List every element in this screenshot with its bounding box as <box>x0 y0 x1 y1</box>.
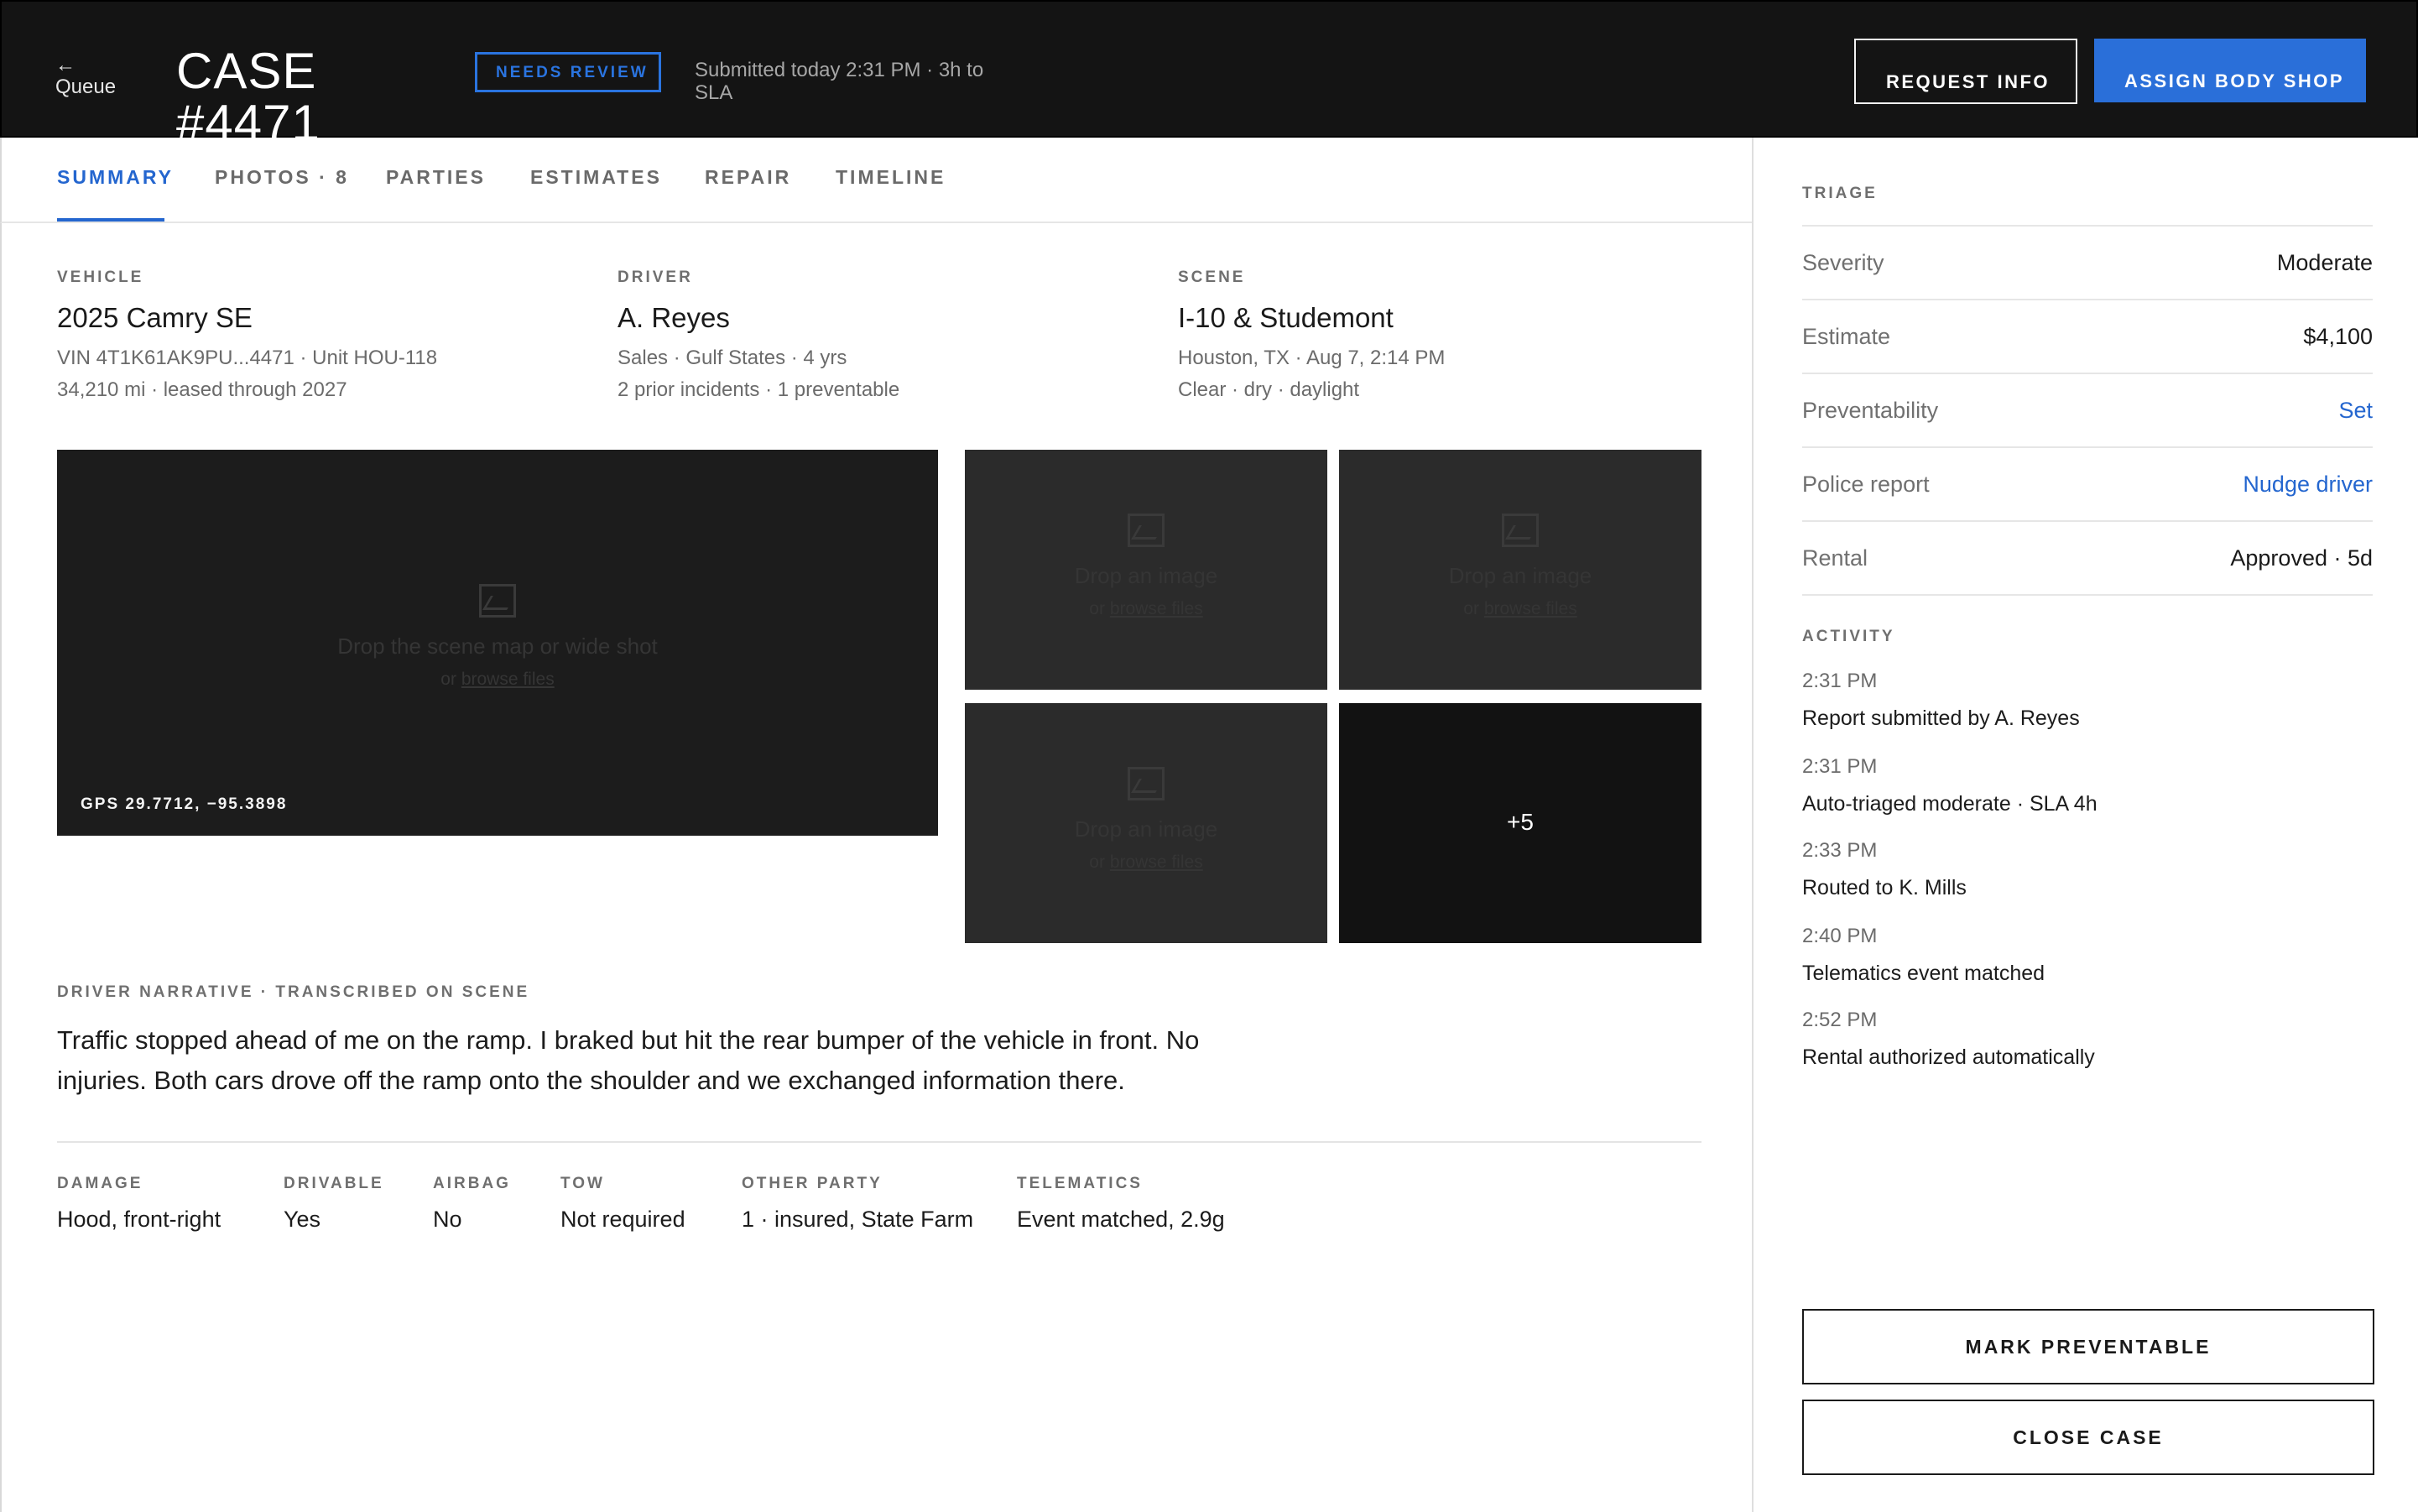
triage-row-rental: Rental Approved · 5d <box>1802 520 2373 594</box>
fact-telematics: TELEMATICS Event matched, 2.9g <box>1017 1175 1225 1232</box>
activity-label: ACTIVITY <box>1802 628 1895 645</box>
page-title: CASE #4471 <box>176 43 320 151</box>
vehicle-label: VEHICLE <box>57 269 144 286</box>
photo-dropzone[interactable]: Drop an image or browse files <box>965 450 1327 690</box>
tab-timeline[interactable]: TIMELINE <box>836 166 946 189</box>
back-label: Queue <box>55 76 117 98</box>
fact-airbag: AIRBAG No <box>433 1175 511 1232</box>
fact-tow: TOW Not required <box>560 1175 685 1232</box>
app-header: ← Queue CASE #4471 NEEDS REVIEW Submitte… <box>0 0 2418 149</box>
browse-files-link[interactable]: or browse files <box>57 670 938 690</box>
driver-label: DRIVER <box>618 269 693 286</box>
image-icon <box>1502 514 1539 547</box>
tab-repair[interactable]: REPAIR <box>705 166 791 189</box>
mark-preventable-button[interactable]: MARK PREVENTABLE <box>1802 1309 2374 1384</box>
triage-row-severity: Severity Moderate <box>1802 225 2373 299</box>
triage-row-estimate: Estimate $4,100 <box>1802 299 2373 373</box>
scene-place-time: Houston, TX · Aug 7, 2:14 PM <box>1178 347 1446 369</box>
assign-body-shop-button[interactable]: ASSIGN BODY SHOP <box>2094 39 2366 102</box>
browse-files-link[interactable]: or browse files <box>965 852 1327 873</box>
set-preventability-link[interactable]: Set <box>2338 398 2373 424</box>
submitted-sla-text: Submitted today 2:31 PM · 3h to SLA <box>695 59 984 104</box>
fact-other-party: OTHER PARTY 1 · insured, State Farm <box>742 1175 974 1232</box>
scene-info: SCENE I-10 & Studemont Houston, TX · Aug… <box>1178 269 1715 406</box>
narrative-label: DRIVER NARRATIVE · TRANSCRIBED ON SCENE <box>57 983 530 1001</box>
activity-item: 2:33 PM Routed to K. Mills <box>1802 839 1967 899</box>
dropzone-text: Drop an image <box>1074 816 1218 842</box>
image-icon <box>1128 767 1165 800</box>
image-icon <box>1128 514 1165 547</box>
photo-dropzone[interactable]: Drop an image or browse files <box>965 703 1327 943</box>
driver-narrative: Traffic stopped ahead of me on the ramp.… <box>57 1025 1200 1095</box>
fact-drivable: DRIVABLE Yes <box>284 1175 384 1232</box>
fact-damage: DAMAGE Hood, front-right <box>57 1175 221 1232</box>
driver-name: A. Reyes <box>618 302 730 333</box>
activity-item: 2:31 PM Auto-triaged moderate · SLA 4h <box>1802 755 2098 816</box>
triage-row-preventability: Preventability Set <box>1802 373 2373 446</box>
image-icon <box>479 584 516 618</box>
tab-photos[interactable]: PHOTOS · 8 <box>215 166 349 189</box>
browse-files-link[interactable]: or browse files <box>1339 599 1701 619</box>
driver-info: DRIVER A. Reyes Sales · Gulf States · 4 … <box>618 269 1154 406</box>
gps-coordinates: GPS 29.7712, −95.3898 <box>81 795 288 813</box>
scene-conditions: Clear · dry · daylight <box>1178 378 1360 401</box>
active-tab-indicator <box>57 218 164 222</box>
dropzone-text: Drop the scene map or wide shot <box>337 633 658 659</box>
vehicle-name: 2025 Camry SE <box>57 302 253 333</box>
tab-parties[interactable]: PARTIES <box>386 166 486 189</box>
vehicle-info: VEHICLE 2025 Camry SE VIN 4T1K61AK9PU...… <box>57 269 594 406</box>
tab-summary[interactable]: SUMMARY <box>57 166 174 189</box>
driver-history: 2 prior incidents · 1 preventable <box>618 378 900 401</box>
triage-row-police-report: Police report Nudge driver <box>1802 446 2373 520</box>
status-badge: NEEDS REVIEW <box>475 52 661 92</box>
dropzone-text: Drop an image <box>1074 563 1218 588</box>
activity-item: 2:31 PM Report submitted by A. Reyes <box>1802 670 2080 730</box>
activity-item: 2:40 PM Telematics event matched <box>1802 925 2045 985</box>
request-info-button[interactable]: REQUEST INFO <box>1854 39 2077 104</box>
back-to-queue-link[interactable]: ← Queue <box>55 55 116 99</box>
summary-panel: VEHICLE 2025 Camry SE VIN 4T1K61AK9PU...… <box>0 223 1752 1512</box>
triage-sidebar: TRIAGE Severity Moderate Estimate $4,100… <box>1752 138 2418 1512</box>
divider <box>1802 594 2373 596</box>
more-photos-tile[interactable]: +5 <box>1339 703 1701 943</box>
divider <box>57 1141 1701 1143</box>
scene-label: SCENE <box>1178 269 1246 286</box>
close-case-button[interactable]: CLOSE CASE <box>1802 1400 2374 1475</box>
driver-role: Sales · Gulf States · 4 yrs <box>618 347 847 369</box>
photo-dropzone[interactable]: Drop an image or browse files <box>1339 450 1701 690</box>
dropzone-text: Drop an image <box>1448 563 1592 588</box>
more-photos-count: +5 <box>1507 809 1534 835</box>
activity-item: 2:52 PM Rental authorized automatically <box>1802 1009 2095 1069</box>
triage-label: TRIAGE <box>1802 185 1878 202</box>
vehicle-vin-unit: VIN 4T1K61AK9PU...4471 · Unit HOU-118 <box>57 347 438 369</box>
vehicle-mileage-lease: 34,210 mi · leased through 2027 <box>57 378 347 401</box>
tab-bar: SUMMARY PHOTOS · 8 PARTIES ESTIMATES REP… <box>0 138 1752 223</box>
nudge-driver-link[interactable]: Nudge driver <box>2243 472 2373 498</box>
browse-files-link[interactable]: or browse files <box>965 599 1327 619</box>
scene-map-dropzone[interactable]: Drop the scene map or wide shot or brows… <box>57 450 938 836</box>
tab-estimates[interactable]: ESTIMATES <box>530 166 662 189</box>
scene-location: I-10 & Studemont <box>1178 302 1394 333</box>
back-arrow-icon: ← <box>55 54 76 76</box>
